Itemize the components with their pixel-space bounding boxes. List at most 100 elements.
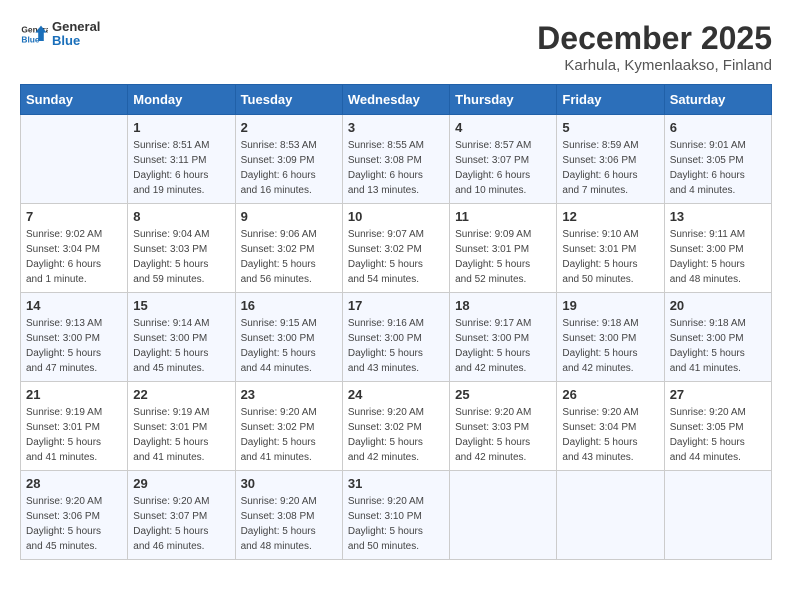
day-info: Sunrise: 9:16 AM Sunset: 3:00 PM Dayligh… [348, 316, 444, 376]
day-info: Sunrise: 9:09 AM Sunset: 3:01 PM Dayligh… [455, 227, 551, 287]
svg-text:Blue: Blue [21, 35, 39, 45]
day-number: 31 [348, 476, 444, 491]
calendar-cell: 23 Sunrise: 9:20 AM Sunset: 3:02 PM Dayli… [235, 382, 342, 471]
day-info: Sunrise: 9:20 AM Sunset: 3:05 PM Dayligh… [670, 405, 766, 465]
day-number: 2 [241, 120, 337, 135]
day-number: 26 [562, 387, 658, 402]
day-info: Sunrise: 9:02 AM Sunset: 3:04 PM Dayligh… [26, 227, 122, 287]
day-info: Sunrise: 9:07 AM Sunset: 3:02 PM Dayligh… [348, 227, 444, 287]
header-day-tuesday: Tuesday [235, 85, 342, 115]
page-subtitle: Karhula, Kymenlaakso, Finland [537, 57, 772, 74]
calendar-cell: 11 Sunrise: 9:09 AM Sunset: 3:01 PM Dayli… [450, 204, 557, 293]
day-info: Sunrise: 8:53 AM Sunset: 3:09 PM Dayligh… [241, 138, 337, 198]
day-number: 6 [670, 120, 766, 135]
day-number: 27 [670, 387, 766, 402]
day-number: 1 [133, 120, 229, 135]
day-info: Sunrise: 9:01 AM Sunset: 3:05 PM Dayligh… [670, 138, 766, 198]
day-number: 10 [348, 209, 444, 224]
calendar-week-0: 1Sunrise: 8:51 AM Sunset: 3:11 PM Daylig… [21, 115, 772, 204]
calendar-cell: 22Sunrise: 9:19 AM Sunset: 3:01 PM Dayli… [128, 382, 235, 471]
day-info: Sunrise: 9:20 AM Sunset: 3:02 PM Dayligh… [348, 405, 444, 465]
calendar-cell: 19Sunrise: 9:18 AM Sunset: 3:00 PM Dayli… [557, 293, 664, 382]
day-number: 11 [455, 209, 551, 224]
calendar-cell: 31 Sunrise: 9:20 AM Sunset: 3:10 PM Dayli… [342, 471, 449, 560]
day-number: 30 [241, 476, 337, 491]
day-number: 5 [562, 120, 658, 135]
calendar-week-2: 14 Sunrise: 9:13 AM Sunset: 3:00 PM Dayli… [21, 293, 772, 382]
calendar-cell [664, 471, 771, 560]
calendar-cell: 20 Sunrise: 9:18 AM Sunset: 3:00 PM Dayli… [664, 293, 771, 382]
calendar-table: SundayMondayTuesdayWednesdayThursdayFrid… [20, 84, 772, 560]
day-info: Sunrise: 9:14 AM Sunset: 3:00 PM Dayligh… [133, 316, 229, 376]
day-info: Sunrise: 9:10 AM Sunset: 3:01 PM Dayligh… [562, 227, 658, 287]
logo-icon: General Blue [20, 20, 48, 48]
header-day-monday: Monday [128, 85, 235, 115]
day-number: 4 [455, 120, 551, 135]
calendar-cell [557, 471, 664, 560]
day-number: 29 [133, 476, 229, 491]
calendar-cell [21, 115, 128, 204]
day-number: 13 [670, 209, 766, 224]
day-info: Sunrise: 9:13 AM Sunset: 3:00 PM Dayligh… [26, 316, 122, 376]
day-info: Sunrise: 8:59 AM Sunset: 3:06 PM Dayligh… [562, 138, 658, 198]
day-number: 8 [133, 209, 229, 224]
calendar-cell: 17 Sunrise: 9:16 AM Sunset: 3:00 PM Dayli… [342, 293, 449, 382]
logo-general: General [52, 19, 100, 34]
day-info: Sunrise: 9:18 AM Sunset: 3:00 PM Dayligh… [670, 316, 766, 376]
day-info: Sunrise: 9:04 AM Sunset: 3:03 PM Dayligh… [133, 227, 229, 287]
calendar-week-4: 28Sunrise: 9:20 AM Sunset: 3:06 PM Dayli… [21, 471, 772, 560]
calendar-cell: 6 Sunrise: 9:01 AM Sunset: 3:05 PM Daylig… [664, 115, 771, 204]
day-number: 18 [455, 298, 551, 313]
day-number: 20 [670, 298, 766, 313]
day-info: Sunrise: 8:55 AM Sunset: 3:08 PM Dayligh… [348, 138, 444, 198]
calendar-cell: 8 Sunrise: 9:04 AM Sunset: 3:03 PM Daylig… [128, 204, 235, 293]
logo-blue: Blue [52, 33, 80, 48]
day-info: Sunrise: 9:20 AM Sunset: 3:02 PM Dayligh… [241, 405, 337, 465]
calendar-cell: 25 Sunrise: 9:20 AM Sunset: 3:03 PM Dayli… [450, 382, 557, 471]
calendar-cell: 10 Sunrise: 9:07 AM Sunset: 3:02 PM Dayli… [342, 204, 449, 293]
calendar-cell: 9 Sunrise: 9:06 AM Sunset: 3:02 PM Daylig… [235, 204, 342, 293]
day-info: Sunrise: 9:20 AM Sunset: 3:08 PM Dayligh… [241, 494, 337, 554]
day-number: 21 [26, 387, 122, 402]
calendar-cell: 1Sunrise: 8:51 AM Sunset: 3:11 PM Daylig… [128, 115, 235, 204]
day-number: 16 [241, 298, 337, 313]
day-number: 12 [562, 209, 658, 224]
day-info: Sunrise: 9:17 AM Sunset: 3:00 PM Dayligh… [455, 316, 551, 376]
page-header: General Blue General Blue December 2025 … [20, 20, 772, 74]
calendar-cell: 15 Sunrise: 9:14 AM Sunset: 3:00 PM Dayli… [128, 293, 235, 382]
day-number: 14 [26, 298, 122, 313]
day-info: Sunrise: 8:57 AM Sunset: 3:07 PM Dayligh… [455, 138, 551, 198]
calendar-cell: 4 Sunrise: 8:57 AM Sunset: 3:07 PM Daylig… [450, 115, 557, 204]
calendar-cell: 3 Sunrise: 8:55 AM Sunset: 3:08 PM Daylig… [342, 115, 449, 204]
calendar-cell: 29 Sunrise: 9:20 AM Sunset: 3:07 PM Dayli… [128, 471, 235, 560]
day-info: Sunrise: 9:19 AM Sunset: 3:01 PM Dayligh… [133, 405, 229, 465]
day-number: 17 [348, 298, 444, 313]
logo: General Blue General Blue [20, 20, 100, 49]
day-number: 15 [133, 298, 229, 313]
day-info: Sunrise: 9:20 AM Sunset: 3:07 PM Dayligh… [133, 494, 229, 554]
day-info: Sunrise: 9:15 AM Sunset: 3:00 PM Dayligh… [241, 316, 337, 376]
day-number: 23 [241, 387, 337, 402]
calendar-week-3: 21 Sunrise: 9:19 AM Sunset: 3:01 PM Dayli… [21, 382, 772, 471]
calendar-cell: 24 Sunrise: 9:20 AM Sunset: 3:02 PM Dayli… [342, 382, 449, 471]
day-number: 9 [241, 209, 337, 224]
day-info: Sunrise: 9:20 AM Sunset: 3:06 PM Dayligh… [26, 494, 122, 554]
calendar-cell: 16 Sunrise: 9:15 AM Sunset: 3:00 PM Dayli… [235, 293, 342, 382]
calendar-header-row: SundayMondayTuesdayWednesdayThursdayFrid… [21, 85, 772, 115]
day-info: Sunrise: 9:18 AM Sunset: 3:00 PM Dayligh… [562, 316, 658, 376]
day-info: Sunrise: 9:20 AM Sunset: 3:03 PM Dayligh… [455, 405, 551, 465]
calendar-body: 1Sunrise: 8:51 AM Sunset: 3:11 PM Daylig… [21, 115, 772, 560]
calendar-cell: 5 Sunrise: 8:59 AM Sunset: 3:06 PM Daylig… [557, 115, 664, 204]
day-info: Sunrise: 9:19 AM Sunset: 3:01 PM Dayligh… [26, 405, 122, 465]
header-day-wednesday: Wednesday [342, 85, 449, 115]
day-number: 7 [26, 209, 122, 224]
day-number: 25 [455, 387, 551, 402]
day-info: Sunrise: 9:06 AM Sunset: 3:02 PM Dayligh… [241, 227, 337, 287]
day-number: 24 [348, 387, 444, 402]
day-number: 3 [348, 120, 444, 135]
header-day-thursday: Thursday [450, 85, 557, 115]
calendar-cell: 26Sunrise: 9:20 AM Sunset: 3:04 PM Dayli… [557, 382, 664, 471]
day-info: Sunrise: 9:20 AM Sunset: 3:10 PM Dayligh… [348, 494, 444, 554]
calendar-cell: 14 Sunrise: 9:13 AM Sunset: 3:00 PM Dayli… [21, 293, 128, 382]
calendar-cell: 2 Sunrise: 8:53 AM Sunset: 3:09 PM Daylig… [235, 115, 342, 204]
